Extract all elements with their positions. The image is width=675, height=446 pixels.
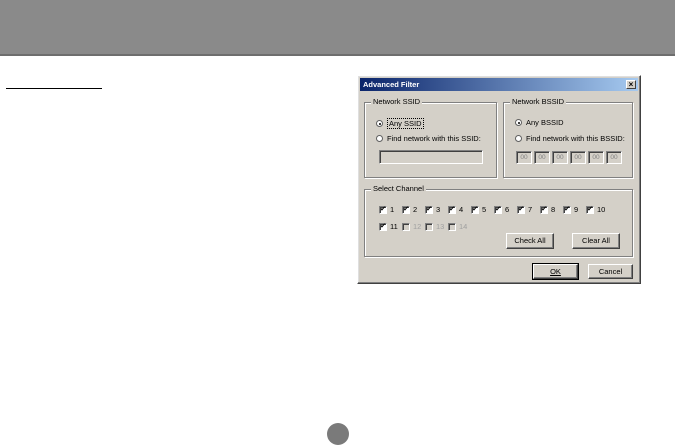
cancel-button[interactable]: Cancel [588, 264, 633, 279]
checkbox-box[interactable] [425, 222, 433, 231]
network-ssid-legend: Network SSID [371, 97, 423, 107]
channel-checkbox[interactable]: ✔ 4 [448, 205, 463, 214]
channel-checkbox[interactable]: 14 [448, 222, 467, 231]
channel-label: 2 [413, 205, 418, 214]
channel-checkbox[interactable]: ✔ 10 [586, 205, 605, 214]
channel-label: 7 [528, 205, 533, 214]
advanced-filter-dialog: Advanced Filter × Network SSID Any SSID … [357, 75, 641, 284]
checkbox-box[interactable] [402, 222, 410, 231]
any-ssid-label: Any SSID [387, 118, 424, 129]
any-ssid-radio[interactable]: Any SSID [376, 118, 424, 129]
any-ssid-radio-icon[interactable] [376, 120, 383, 127]
check-icon[interactable]: ✔ [425, 205, 433, 214]
check-icon[interactable]: ✔ [448, 205, 456, 214]
channel-label: 14 [459, 222, 468, 231]
channel-label: 12 [413, 222, 422, 231]
channel-checkbox[interactable]: ✔ 9 [563, 205, 578, 214]
find-bssid-radio[interactable]: Find network with this BSSID: [515, 134, 625, 143]
check-icon[interactable]: ✔ [586, 205, 594, 214]
channel-checkbox[interactable]: ✔ 7 [517, 205, 532, 214]
bssid-octet-field[interactable]: 00 [534, 151, 550, 164]
ok-button-label: OK [550, 267, 561, 276]
channel-label: 1 [390, 205, 395, 214]
check-icon[interactable]: ✔ [402, 205, 410, 214]
select-channel-group: Select Channel ✔ 1 ✔ 2 ✔ 3 ✔ 4 ✔ 5 ✔ 6 ✔… [364, 184, 633, 257]
dialog-titlebar[interactable]: Advanced Filter × [360, 78, 638, 91]
check-icon[interactable]: ✔ [471, 205, 479, 214]
channel-label: 5 [482, 205, 487, 214]
channel-label: 4 [459, 205, 464, 214]
check-icon[interactable]: ✔ [379, 222, 387, 231]
check-icon[interactable]: ✔ [563, 205, 571, 214]
network-bssid-group: Network BSSID Any BSSID Find network wit… [503, 97, 633, 178]
bssid-octet-field[interactable]: 00 [588, 151, 604, 164]
network-bssid-legend: Network BSSID [510, 97, 567, 107]
channel-label: 8 [551, 205, 556, 214]
channel-label: 3 [436, 205, 441, 214]
channel-checkbox[interactable]: ✔ 3 [425, 205, 440, 214]
channel-checkbox[interactable]: ✔ 6 [494, 205, 509, 214]
any-bssid-radio-icon[interactable] [515, 119, 522, 126]
any-bssid-label: Any BSSID [526, 118, 564, 127]
find-ssid-radio-icon[interactable] [376, 135, 383, 142]
check-all-button[interactable]: Check All [506, 233, 554, 249]
ok-button[interactable]: OK [532, 263, 579, 280]
check-icon[interactable]: ✔ [517, 205, 525, 214]
bssid-octet-field[interactable]: 00 [606, 151, 622, 164]
bssid-octet-field[interactable]: 00 [516, 151, 532, 164]
channel-checkbox[interactable]: ✔ 1 [379, 205, 394, 214]
ssid-input[interactable] [379, 150, 483, 164]
channel-checkbox[interactable]: ✔ 11 [379, 222, 398, 231]
find-ssid-label: Find network with this SSID: [387, 134, 481, 143]
page-header-bar [0, 0, 675, 56]
network-ssid-group: Network SSID Any SSID Find network with … [364, 97, 497, 178]
find-bssid-radio-icon[interactable] [515, 135, 522, 142]
channel-label: 11 [390, 222, 398, 231]
channel-label: 13 [436, 222, 445, 231]
bssid-octet-field[interactable]: 00 [552, 151, 568, 164]
channel-checkbox[interactable]: 13 [425, 222, 444, 231]
channel-label: 6 [505, 205, 510, 214]
checkbox-box[interactable] [448, 222, 456, 231]
find-bssid-label: Find network with this BSSID: [526, 134, 625, 143]
find-ssid-radio[interactable]: Find network with this SSID: [376, 134, 481, 143]
any-bssid-radio[interactable]: Any BSSID [515, 118, 564, 127]
select-channel-legend: Select Channel [371, 184, 426, 194]
clear-all-button[interactable]: Clear All [572, 233, 620, 249]
bssid-octet-field[interactable]: 00 [570, 151, 586, 164]
check-icon[interactable]: ✔ [540, 205, 548, 214]
channel-label: 9 [574, 205, 579, 214]
check-icon[interactable]: ✔ [494, 205, 502, 214]
close-icon[interactable]: × [626, 80, 636, 89]
channel-checkbox[interactable]: ✔ 2 [402, 205, 417, 214]
heading-underline [6, 88, 102, 89]
channel-label: 10 [597, 205, 606, 214]
check-icon[interactable]: ✔ [379, 205, 387, 214]
channel-checkbox[interactable]: ✔ 5 [471, 205, 486, 214]
channel-checkbox[interactable]: ✔ 8 [540, 205, 555, 214]
dialog-title: Advanced Filter [363, 80, 420, 89]
channel-checkbox[interactable]: 12 [402, 222, 421, 231]
page-number-dot [327, 423, 349, 445]
